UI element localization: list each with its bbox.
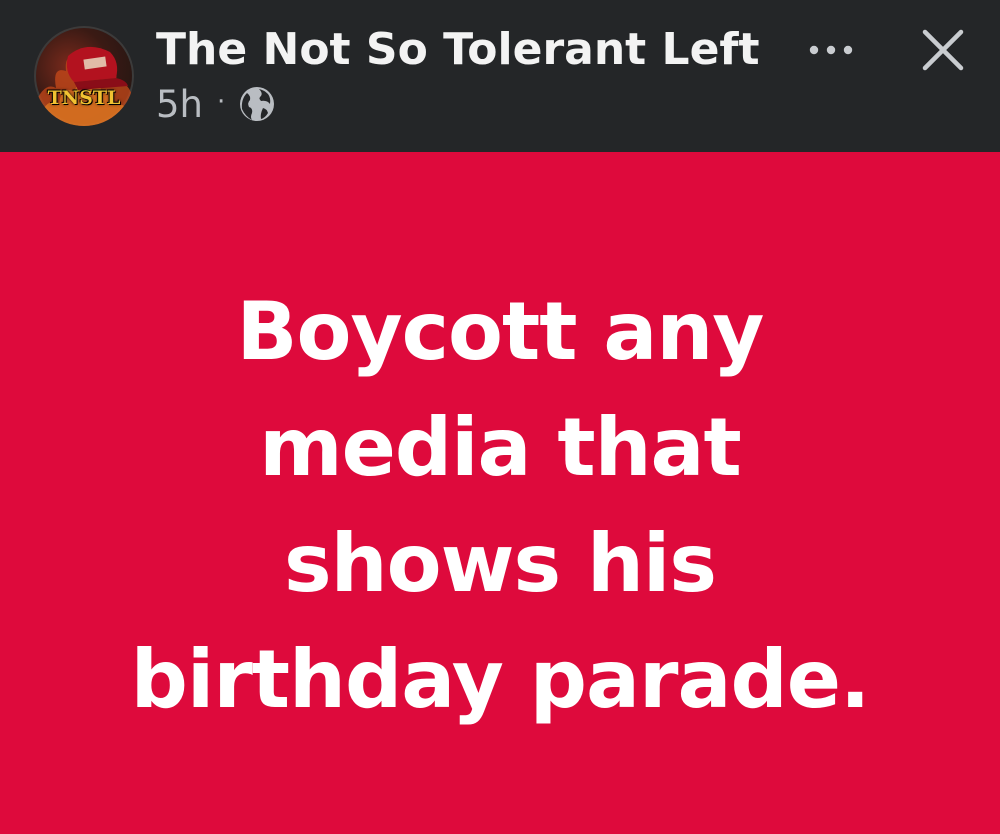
post-meta: 5h · <box>156 82 277 126</box>
more-options-button[interactable] <box>806 30 856 70</box>
post-text-line: shows his <box>284 517 717 610</box>
more-horizontal-icon <box>809 45 853 55</box>
avatar-image-icon <box>34 46 134 126</box>
post-text-line: birthday parade. <box>130 633 871 726</box>
avatar-label: TNSTL <box>47 87 121 109</box>
close-button[interactable] <box>917 24 969 76</box>
post-content: Boycott any media that shows his birthda… <box>0 152 1000 834</box>
post-text: Boycott any media that shows his birthda… <box>40 274 960 738</box>
post-text-line: Boycott any <box>236 285 765 378</box>
post-viewer: TNSTL The Not So Tolerant Left 5h · Boyc… <box>0 0 1000 834</box>
post-header: TNSTL The Not So Tolerant Left 5h · <box>0 0 1000 152</box>
avatar[interactable]: TNSTL <box>34 26 134 126</box>
globe-icon[interactable] <box>237 84 277 124</box>
meta-separator: · <box>217 87 226 117</box>
page-name-link[interactable]: The Not So Tolerant Left <box>156 22 760 78</box>
close-icon <box>922 29 964 71</box>
post-text-line: media that <box>259 401 742 494</box>
post-timestamp[interactable]: 5h <box>156 83 203 126</box>
